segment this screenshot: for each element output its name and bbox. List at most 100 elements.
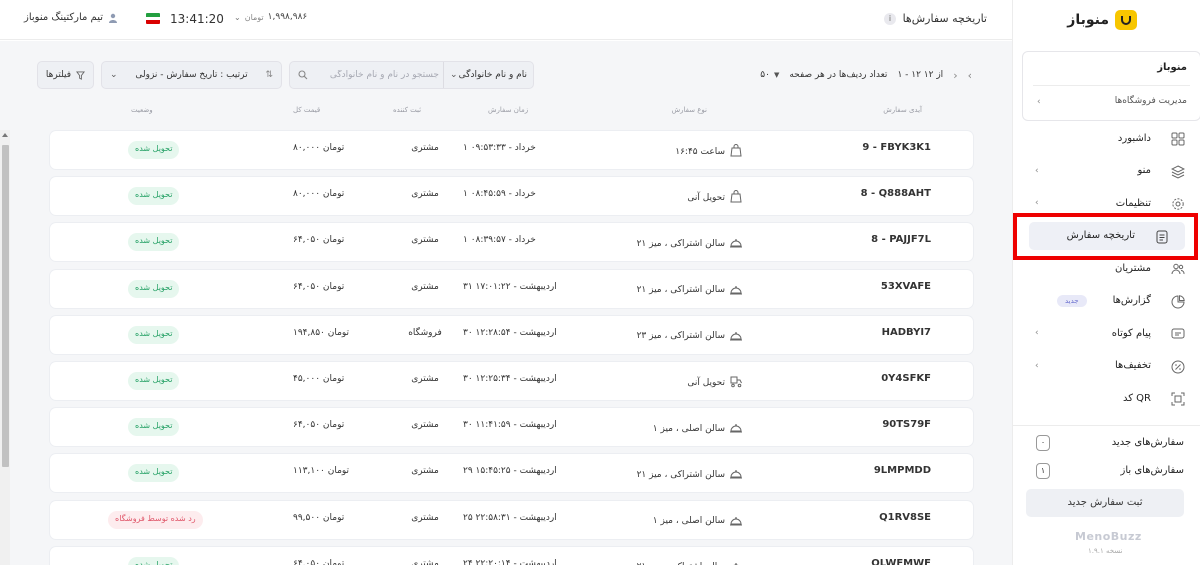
user-label: تیم مارکتینگ منوباز xyxy=(24,12,104,23)
order-time: ۲۵ اردیبهشت - ۲۲:۵۸:۳۱ xyxy=(463,512,557,523)
sidebar-item[interactable]: داشبورد xyxy=(1029,124,1200,152)
cloche-icon xyxy=(729,235,743,252)
open-orders-count: ۱ xyxy=(1036,463,1050,479)
manage-stores-link[interactable]: مدیریت فروشگاه‌ها xyxy=(1115,96,1187,106)
table-row[interactable]: HADBYI7 سالن اشتراکی ، میز ۲۳ ۳۰ اردیبهشت … xyxy=(50,315,973,354)
table-row[interactable]: 53XVAFE سالن اشتراکی ، میز ۲۱ ۳۱ اردیبهشت … xyxy=(50,269,973,308)
sidebar-item[interactable]: منو ‹ xyxy=(1029,157,1200,185)
store-name: منوباز xyxy=(1157,62,1187,73)
brand-name: منوباز xyxy=(1067,12,1109,28)
filters-button[interactable]: فیلترها xyxy=(37,61,94,89)
new-orders-count: ۰ xyxy=(1036,435,1050,451)
column-header-total: قیمت کل xyxy=(293,106,321,114)
cloche-icon xyxy=(729,513,743,530)
bag-icon xyxy=(729,143,743,160)
order-total: ۱۱۳,۱۰۰ تومان xyxy=(293,466,350,477)
order-registrar: مشتری xyxy=(411,466,439,477)
scroll-up-icon[interactable] xyxy=(2,133,8,137)
wallet-balance[interactable]: ⌄ تومان ۱,۹۹۸,۹۸۶ xyxy=(234,12,307,22)
search-input[interactable] xyxy=(309,66,439,84)
order-total: ۶۴,۰۵۰ تومان xyxy=(293,558,345,565)
order-registrar: مشتری xyxy=(411,374,439,384)
next-page-icon[interactable]: › xyxy=(953,69,957,82)
open-orders-label: سفارش‌های باز xyxy=(1120,465,1184,476)
search-icon xyxy=(298,70,308,80)
cloche-icon xyxy=(729,328,743,345)
open-orders-counter[interactable]: سفارش‌های باز ۱ xyxy=(1026,461,1186,483)
prev-page-icon[interactable]: ‹ xyxy=(968,69,972,82)
order-id: 90TS79F xyxy=(882,419,931,431)
sidebar-item[interactable]: پیام کوتاه ‹ xyxy=(1029,319,1200,347)
scrollbar-thumb[interactable] xyxy=(2,145,9,467)
order-time: ۳۰ اردیبهشت - ۱۲:۲۸:۵۴ xyxy=(463,327,557,338)
order-total: ۱۹۴,۸۵۰ تومان xyxy=(293,327,350,338)
per-page-select[interactable]: ۵۰ ▼ xyxy=(760,70,779,80)
chevron-down-icon: ⌄ xyxy=(450,70,458,80)
table-row[interactable]: 9 - FBYK3K1 ساعت ۱۶:۴۵ ۱ خرداد - ۰۹:۵۳:۳۳ م… xyxy=(50,131,973,169)
sidebar-item-label: کد QR xyxy=(1122,392,1151,404)
sidebar-item-label: منو xyxy=(1137,165,1151,176)
chevron-left-icon[interactable]: ‹ xyxy=(1037,97,1041,107)
table-row[interactable]: QLWFMWF سالن اشتراکی ، میز ۲۱ ۲۴ اردیبهشت … xyxy=(50,546,973,565)
sidebar-item-label: تنظیمات xyxy=(1115,197,1151,209)
order-type-label: ساعت ۱۶:۴۵ xyxy=(675,146,725,157)
table-row[interactable]: 8 - Q888AHT تحویل آنی ۱ خرداد - ۰۸:۴۵:۵۹ مش… xyxy=(50,177,973,216)
table-row[interactable]: 0Y4SFKF تحویل آنی ۳۰ اردیبهشت - ۱۲:۲۵:۳۴ مش… xyxy=(50,362,973,400)
clock: 13:41:20 xyxy=(170,12,224,26)
chevron-left-icon: ‹ xyxy=(1035,198,1039,208)
sidebar-item[interactable]: کد QR xyxy=(1029,384,1200,412)
column-header-time: زمان سفارش xyxy=(488,106,529,114)
order-type: سالن اصلی ، میز ۱ xyxy=(653,513,743,530)
order-type: سالن اشتراکی ، میز ۲۱ xyxy=(637,235,743,252)
divider xyxy=(1033,85,1190,86)
sidebar-item[interactable]: گزارش‌ها جدید xyxy=(1029,287,1200,315)
order-time: ۲۴ اردیبهشت - ۲۲:۲۰:۱۴ xyxy=(463,558,557,565)
order-type: سالن اشتراکی ، میز ۲۱ xyxy=(637,466,743,483)
cloche-icon xyxy=(729,559,743,565)
order-total: ۸۰,۰۰۰ تومان xyxy=(293,143,345,153)
chart-icon xyxy=(1171,294,1185,308)
brand-logo[interactable]: منوباز xyxy=(1067,10,1137,30)
order-id: HADBYI7 xyxy=(881,326,931,338)
order-total: ۶۴,۰۵۰ تومان xyxy=(293,235,345,246)
column-header-id: آیدی سفارش xyxy=(883,106,922,114)
grid-icon xyxy=(1171,131,1185,146)
table-row[interactable]: 9LMPMDD سالن اشتراکی ، میز ۲۱ ۲۹ اردیبهشت … xyxy=(50,454,973,493)
status-badge: تحویل شده xyxy=(128,464,180,483)
users-icon xyxy=(1171,261,1185,275)
table-row[interactable]: Q1RV8SE سالن اصلی ، میز ۱ ۲۵ اردیبهشت - ۲۲… xyxy=(50,500,973,539)
user-icon xyxy=(109,13,118,23)
info-icon[interactable]: i xyxy=(884,13,896,25)
search-field-select[interactable]: ⌄ نام و نام خانوادگی xyxy=(443,62,533,88)
sidebar-item-label: مشتریان xyxy=(1115,262,1151,274)
divider xyxy=(1013,425,1200,426)
order-total: ۸۰,۰۰۰ تومان xyxy=(293,189,345,200)
order-id: 0Y4SFKF xyxy=(881,373,931,384)
message-icon xyxy=(1171,326,1185,340)
new-badge: جدید xyxy=(1057,294,1087,307)
page-title: تاریخچه سفارش‌ها xyxy=(902,12,987,25)
chevron-left-icon: ‹ xyxy=(1035,165,1039,176)
order-time: ۱ خرداد - ۰۸:۳۹:۵۷ xyxy=(463,235,536,246)
table-row[interactable]: 90TS79F سالن اصلی ، میز ۱ ۳۰ اردیبهشت - ۱۱… xyxy=(50,408,973,447)
percent-icon xyxy=(1171,359,1185,373)
search-box: ⌄ نام و نام خانوادگی xyxy=(289,61,534,89)
order-type: سالن اشتراکی ، میز ۲۱ xyxy=(637,282,743,299)
new-orders-counter[interactable]: سفارش‌های جدید ۰ xyxy=(1026,433,1186,455)
footer-brand: MenoBuzz xyxy=(1075,530,1142,543)
sidebar-item-label: پیام کوتاه xyxy=(1111,327,1151,339)
sidebar-item[interactable]: تخفیف‌ها ‹ xyxy=(1029,352,1200,380)
scrollbar[interactable] xyxy=(0,130,10,565)
table-row[interactable]: 8 - PAJJF7L سالن اشتراکی ، میز ۲۱ ۱ خرداد … xyxy=(50,223,973,262)
table-controls: فیلترها ⌄ ترتیب : تاریخ سفارش - نزولی ⇅ … xyxy=(0,61,1012,89)
per-page-label: تعداد ردیف‌ها در هر صفحه xyxy=(789,70,888,80)
order-type-label: سالن اشتراکی ، میز ۲۳ xyxy=(636,331,725,342)
search-field-label: نام و نام خانوادگی xyxy=(458,70,527,80)
order-type: سالن اشتراکی ، میز ۲۱ xyxy=(637,559,743,565)
user-menu[interactable]: تیم مارکتینگ منوباز xyxy=(24,12,118,23)
new-order-button[interactable]: ثبت سفارش جدید xyxy=(1026,489,1184,517)
chevron-left-icon: ‹ xyxy=(1035,360,1039,371)
order-type-label: سالن اشتراکی ، میز ۲۱ xyxy=(636,469,725,480)
sort-select[interactable]: ⌄ ترتیب : تاریخ سفارش - نزولی ⇅ xyxy=(101,61,282,89)
order-registrar: فروشگاه xyxy=(408,327,442,338)
